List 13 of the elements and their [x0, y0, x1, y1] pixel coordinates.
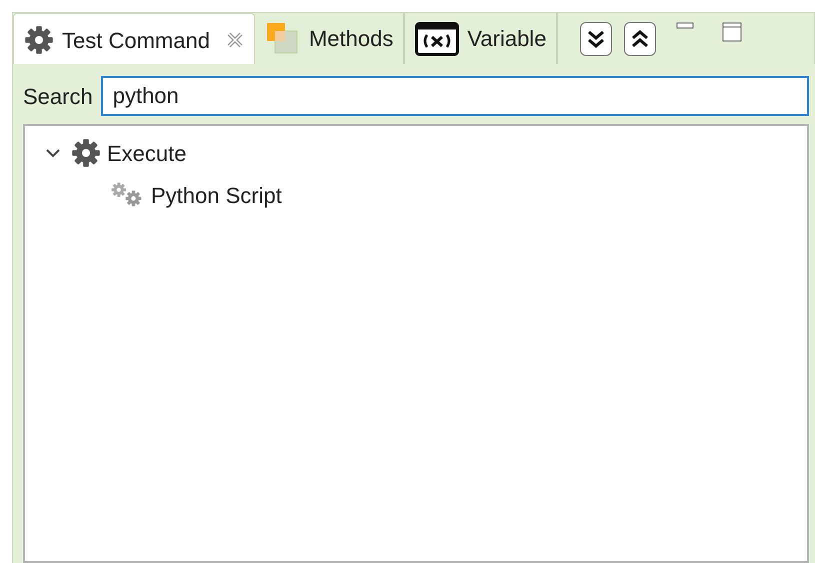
variable-icon [415, 22, 460, 56]
tree-item[interactable]: Execute [107, 136, 186, 170]
minimize-icon [676, 22, 694, 32]
double-chevron-up-icon [630, 28, 650, 50]
close-icon[interactable] [226, 31, 244, 49]
gear-icon [71, 138, 101, 168]
collapse-all-button[interactable] [624, 22, 656, 56]
search-label: Search [23, 82, 93, 110]
tree-item[interactable]: Python Script [151, 178, 282, 212]
expand-all-button[interactable] [580, 22, 612, 56]
gear-icon [24, 25, 54, 55]
tab[interactable]: Test Command [13, 13, 255, 66]
search-field[interactable]: python [100, 76, 809, 116]
